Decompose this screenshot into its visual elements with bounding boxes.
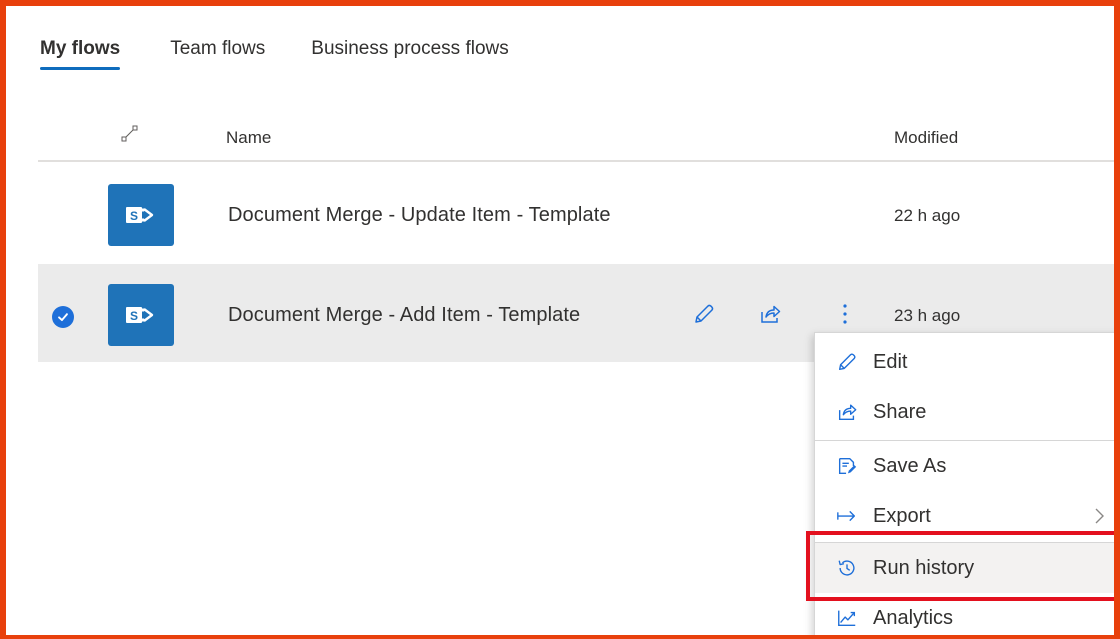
share-icon [835,400,859,424]
share-icon[interactable] [756,300,784,328]
flow-tabs: My flows Team flows Business process flo… [40,34,559,74]
analytics-chart-icon [835,606,859,630]
chevron-right-icon [1089,504,1109,528]
context-menu: Edit Share Save As Export Run history An… [814,332,1114,635]
flow-name[interactable]: Document Merge - Add Item - Template [228,304,580,327]
menu-item-share[interactable]: Share [815,387,1114,437]
menu-item-label: Analytics [873,606,954,629]
checkmark-icon[interactable] [52,306,74,328]
tab-my-flows[interactable]: My flows [40,34,121,70]
svg-text:S: S [130,309,138,323]
menu-item-label: Edit [873,350,908,373]
pencil-icon[interactable] [690,300,718,328]
menu-item-label: Save As [873,454,947,477]
column-header-modified[interactable]: Modified [894,128,958,148]
sharepoint-icon: S [108,184,174,246]
more-options-icon[interactable] [831,300,859,328]
table-header: Name Modified [38,114,1114,162]
menu-item-label: Export [873,504,931,527]
tab-business-process-flows[interactable]: Business process flows [311,34,508,68]
menu-item-run-history[interactable]: Run history [815,543,1114,593]
modified-time: 22 h ago [894,206,961,225]
history-clock-icon [835,556,859,580]
export-arrow-icon [835,504,859,528]
flow-type-icon [120,124,140,144]
sharepoint-icon: S [108,284,174,346]
table-row[interactable]: S Document Merge - Update Item - Templat… [38,164,1114,264]
menu-item-label: Run history [873,556,975,579]
menu-item-save-as[interactable]: Save As [815,441,1114,491]
save-as-icon [835,454,859,478]
modified-time: 23 h ago [894,306,961,325]
menu-item-edit[interactable]: Edit [815,337,1114,387]
pencil-icon [835,350,859,374]
flow-name[interactable]: Document Merge - Update Item - Template [228,204,611,227]
menu-item-analytics[interactable]: Analytics [815,593,1114,635]
svg-text:S: S [130,209,138,223]
screenshot-frame: My flows Team flows Business process flo… [0,0,1120,639]
menu-item-export[interactable]: Export [815,491,1114,541]
tab-team-flows[interactable]: Team flows [170,34,265,68]
menu-item-label: Share [873,400,927,423]
column-header-name[interactable]: Name [226,128,271,148]
